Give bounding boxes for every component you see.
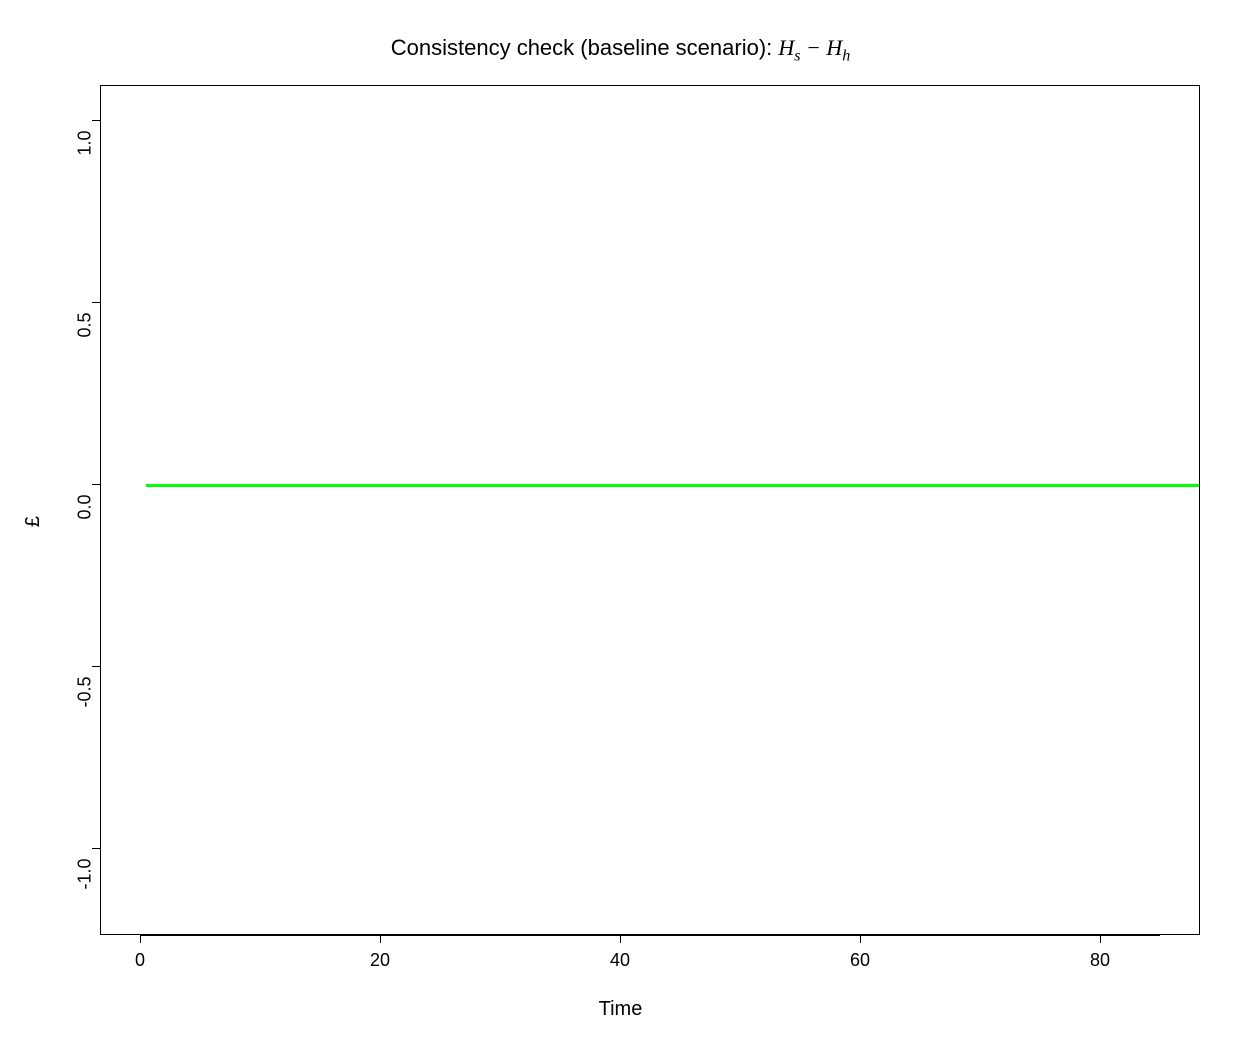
plot-area [100,85,1200,935]
chart-container: Consistency check (baseline scenario): H… [0,0,1241,1049]
x-tick-label: 60 [850,950,870,971]
title-sub2: h [842,47,850,64]
x-tick-label: 0 [135,950,145,971]
x-axis-title: Time [0,998,1241,1021]
x-tick [380,935,381,943]
y-tick-label: 0.0 [75,495,96,520]
y-tick [92,666,100,667]
x-tick-label: 20 [370,950,390,971]
x-axis-line [140,935,1160,936]
x-tick-label: 80 [1090,950,1110,971]
x-tick [620,935,621,943]
y-tick [92,302,100,303]
x-tick-label: 40 [610,950,630,971]
title-var2: H [826,35,842,60]
x-tick [860,935,861,943]
title-minus: − [801,35,827,60]
title-var1: H [778,35,794,60]
y-axis-title: £ [22,516,45,527]
x-tick [1100,935,1101,943]
y-tick-label: -0.5 [75,677,96,708]
y-tick [92,484,100,485]
y-tick [92,120,100,121]
y-tick-label: -1.0 [75,859,96,890]
title-prefix: Consistency check (baseline scenario): [391,35,779,60]
y-axis-line [100,120,101,900]
x-tick [140,935,141,943]
y-tick-label: 0.5 [75,313,96,338]
data-line-series1 [146,484,1199,487]
y-tick-label: 1.0 [75,131,96,156]
chart-title: Consistency check (baseline scenario): H… [0,35,1241,65]
y-tick [92,848,100,849]
